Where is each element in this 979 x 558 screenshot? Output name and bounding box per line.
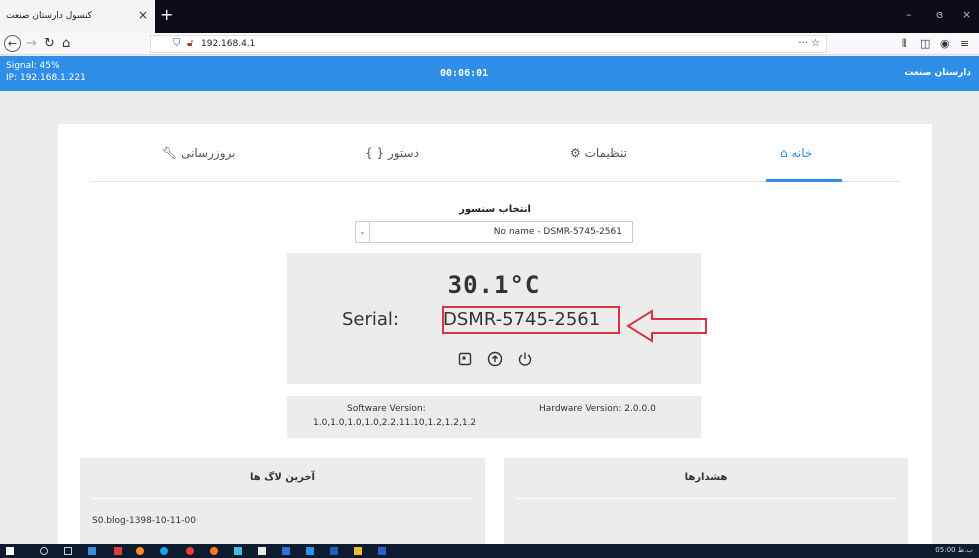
task-view-icon[interactable] <box>64 547 72 555</box>
shield-icon[interactable]: ⛉ <box>173 38 181 49</box>
tab-update-label: بروزرسانی <box>181 146 236 160</box>
taskbar-app-icon[interactable] <box>234 547 242 555</box>
home-icon[interactable]: ⌂ <box>62 35 70 52</box>
sensor-select-title: انتخاب سنسور <box>459 204 531 215</box>
cloud-upload-button[interactable] <box>485 349 505 369</box>
sensor-display: 30.1°C Serial: DSMR-5745-2561 <box>287 253 707 384</box>
word-icon[interactable] <box>378 547 386 555</box>
account-icon[interactable]: ◉ <box>940 37 950 50</box>
connection-info: Signal: 45% IP: 192.168.1.221 <box>6 60 86 84</box>
ip-address: IP: 192.168.1.221 <box>6 73 86 83</box>
taskbar-app-icon[interactable] <box>160 547 168 555</box>
wrench-icon: 🔧︎ <box>162 146 178 160</box>
browser-tab-bar: کنسول دارستان صنعت × + – ɞ × <box>0 0 979 33</box>
tab-settings-label: تنظیمات <box>584 146 627 160</box>
browser-nav-bar: ← → ↻ ⌂ ⛉ 🔓︎ 192.168.4.1 ··· ☆ ⫴ ◫ ◉ ≡ <box>0 33 979 55</box>
software-version-value: 1.0,1.0,1.0,1.0,2.2.11.10,1.2,1.2,1.2 <box>313 418 477 428</box>
chip-icon <box>458 352 472 366</box>
tab-home-label: خانه <box>791 146 813 160</box>
power-icon <box>518 352 532 366</box>
tab-command[interactable]: { } دستور <box>365 146 419 160</box>
taskbar-app-icon[interactable] <box>258 547 266 555</box>
library-icon[interactable]: ⫴ <box>902 37 907 51</box>
main-card: 🔧︎ بروزرسانی { } دستور ⚙ تنظیمات ⌂ خانه … <box>58 124 932 544</box>
divider <box>92 498 473 499</box>
serial-label: Serial: <box>342 309 399 330</box>
divider <box>516 498 896 499</box>
url-text[interactable]: 192.168.4.1 <box>201 39 255 49</box>
clock: 00:06:01 <box>440 68 489 79</box>
sensor-select[interactable]: ⌄ No name - DSMR-5745-2561 <box>355 221 633 243</box>
gear-icon: ⚙ <box>570 146 581 160</box>
reload-icon[interactable]: ↻ <box>44 35 55 52</box>
app-header: Signal: 45% IP: 192.168.1.221 00:06:01 د… <box>0 56 979 91</box>
menu-icon[interactable]: ≡ <box>960 37 969 50</box>
sensor-select-value[interactable]: No name - DSMR-5745-2561 <box>494 227 622 237</box>
active-tab-indicator <box>766 179 842 182</box>
chip-icon-button[interactable] <box>455 349 475 369</box>
search-icon[interactable] <box>40 547 48 555</box>
windows-start-icon[interactable] <box>6 547 14 555</box>
tab-title: کنسول دارستان صنعت <box>6 11 92 21</box>
red-arrow-icon <box>626 309 707 343</box>
serial-value: DSMR-5745-2561 <box>443 309 601 330</box>
firefox-icon[interactable] <box>136 547 144 555</box>
hardware-version: Hardware Version: 2.0.0.0 <box>539 404 656 414</box>
alerts-panel: هشدارها <box>504 458 908 544</box>
tab-update[interactable]: 🔧︎ بروزرسانی <box>162 146 235 160</box>
recent-logs-panel: آخرین لاگ ها S0.blog-1398-10-11-00 <box>80 458 485 544</box>
new-tab-button[interactable]: + <box>160 5 173 24</box>
taskbar-app-icon[interactable] <box>114 547 122 555</box>
taskbar-app-icon[interactable] <box>330 547 338 555</box>
chevron-down-icon[interactable]: ⌄ <box>356 222 370 242</box>
cloud-upload-icon <box>487 351 503 367</box>
taskbar-app-icon[interactable] <box>282 547 290 555</box>
tab-settings[interactable]: ⚙ تنظیمات <box>570 146 627 160</box>
tab-close-icon[interactable]: × <box>138 8 148 22</box>
taskbar-app-icon[interactable] <box>210 547 218 555</box>
taskbar: 05:00 ﺏ.ﻅ <box>0 544 979 558</box>
log-entry[interactable]: S0.blog-1398-10-11-00 <box>92 516 196 526</box>
insecure-lock-icon[interactable]: 🔓︎ <box>187 38 193 49</box>
version-info: Software Version: 1.0,1.0,1.0,1.0,2.2.11… <box>287 396 701 438</box>
tab-home[interactable]: ⌂ خانه <box>780 146 812 160</box>
signal-strength: Signal: 45% <box>6 61 60 71</box>
temperature-reading: 30.1°C <box>447 271 541 299</box>
taskbar-app-icon[interactable] <box>354 547 362 555</box>
brand-name: دارستان صنعت <box>904 68 971 78</box>
power-button[interactable] <box>515 349 535 369</box>
taskbar-app-icon[interactable] <box>186 547 194 555</box>
page-actions-icon[interactable]: ··· ☆ <box>798 38 820 49</box>
tab-command-label: { } دستور <box>365 146 419 160</box>
alerts-title: هشدارها <box>684 472 728 483</box>
back-icon[interactable]: ← <box>4 35 21 52</box>
taskbar-app-icon[interactable] <box>306 547 314 555</box>
forward-icon[interactable]: → <box>26 35 37 52</box>
taskbar-app-icon[interactable] <box>88 547 96 555</box>
window-maximize-button[interactable]: ɞ <box>936 8 943 21</box>
system-clock[interactable]: 05:00 ﺏ.ﻅ <box>935 546 973 554</box>
url-bar[interactable]: ⛉ 🔓︎ 192.168.4.1 ··· ☆ <box>150 35 827 53</box>
window-minimize-button[interactable]: – <box>906 8 912 21</box>
sidebar-icon[interactable]: ◫ <box>920 37 930 50</box>
browser-tab[interactable]: کنسول دارستان صنعت × <box>0 0 155 33</box>
window-close-button[interactable]: × <box>962 8 971 21</box>
recent-logs-title: آخرین لاگ ها <box>250 472 315 483</box>
home-icon: ⌂ <box>780 146 788 160</box>
software-version-label: Software Version: <box>347 404 426 414</box>
tab-bar: 🔧︎ بروزرسانی { } دستور ⚙ تنظیمات ⌂ خانه <box>90 136 900 182</box>
